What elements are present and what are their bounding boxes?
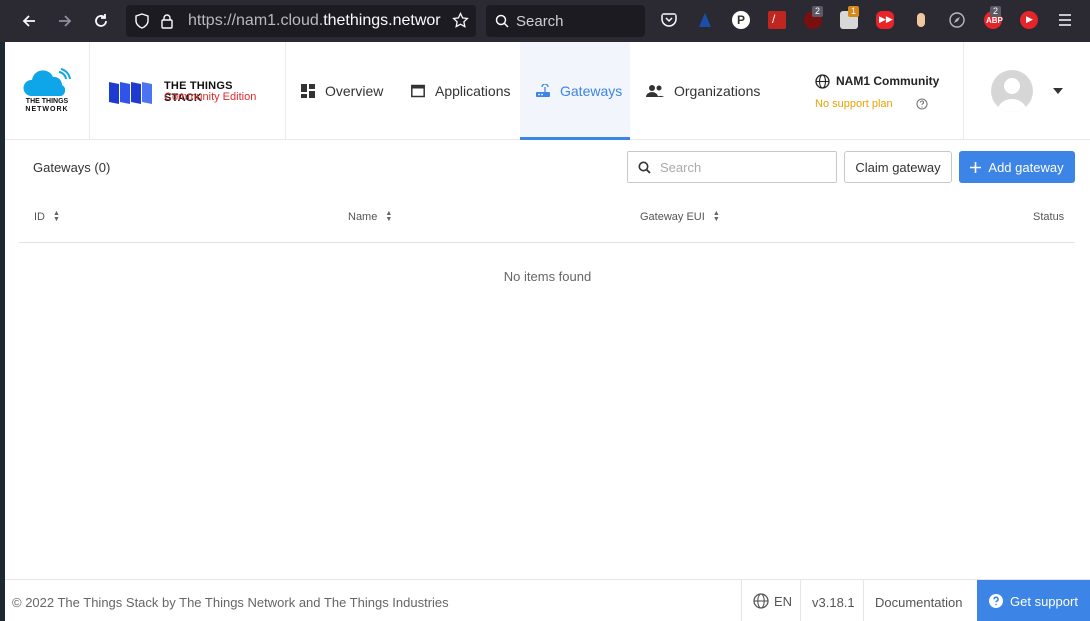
search-icon xyxy=(495,14,509,28)
extension-capsule-icon[interactable] xyxy=(912,11,930,29)
extension-wand-icon[interactable]: / xyxy=(768,11,786,29)
compass-icon[interactable] xyxy=(948,11,966,29)
column-eui-label: Gateway EUI xyxy=(640,211,705,223)
ttn-logo-text-1: THE THINGS xyxy=(25,98,69,105)
support-plan: No support plan xyxy=(815,98,893,110)
add-gateway-button[interactable]: Add gateway xyxy=(959,151,1075,183)
browser-search-label: Search xyxy=(516,13,564,30)
sort-icon: ▲ ▼ xyxy=(385,210,393,223)
menu-icon[interactable] xyxy=(1056,11,1074,29)
sort-icon: ▲ ▼ xyxy=(53,210,60,223)
user-avatar[interactable] xyxy=(991,70,1033,112)
sort-icon: ▲ ▼ xyxy=(712,210,720,223)
get-support-button[interactable]: Get support xyxy=(977,580,1090,621)
browser-toolbar: https://nam1.cloud.thethings.networ Sear… xyxy=(0,0,1090,42)
stack-logo[interactable]: THE THINGS STACK Community Edition xyxy=(107,78,269,106)
column-header-eui[interactable]: Gateway EUI ▲ ▼ xyxy=(640,210,720,223)
gateway-search-input[interactable]: Search xyxy=(627,151,837,183)
nav-gateways-label: Gateways xyxy=(560,82,623,99)
claim-gateway-button[interactable]: Claim gateway xyxy=(844,151,952,183)
copyright-text: © 2022 The Things Stack by The Things Ne… xyxy=(12,595,449,610)
footer: © 2022 The Things Stack by The Things Ne… xyxy=(5,579,1090,621)
extension-p-icon[interactable]: P xyxy=(732,11,750,29)
router-icon xyxy=(536,83,550,97)
globe-icon xyxy=(753,593,769,609)
header: THE THINGS NETWORK THE THINGS STACK Comm… xyxy=(5,42,1090,140)
nav-applications-label: Applications xyxy=(435,82,511,99)
version-label: v3.18.1 xyxy=(812,595,855,610)
header-divider xyxy=(963,42,964,139)
add-gateway-label: Add gateway xyxy=(988,159,1064,175)
shield-icon[interactable] xyxy=(134,13,150,29)
youtube-icon[interactable]: ▶ xyxy=(1020,11,1038,29)
claim-gateway-label: Claim gateway xyxy=(855,159,941,175)
avatar-icon xyxy=(997,78,1027,112)
console-app: THE THINGS NETWORK THE THINGS STACK Comm… xyxy=(5,42,1090,621)
nav-overview-label: Overview xyxy=(325,82,384,99)
ttn-logo-text-2: NETWORK xyxy=(25,106,69,113)
screen: https://nam1.cloud.thethings.networ Sear… xyxy=(0,0,1090,621)
extension-a-icon[interactable] xyxy=(696,11,714,29)
url-domain: thethings.networ xyxy=(323,12,441,29)
footer-divider xyxy=(800,580,801,621)
window-icon xyxy=(411,84,425,97)
nav-applications[interactable]: Applications xyxy=(395,42,520,139)
url-prefix: https://nam1.cloud. xyxy=(188,12,324,29)
footer-divider xyxy=(741,580,742,621)
community-name: NAM1 Community xyxy=(836,74,940,88)
dashboard-icon xyxy=(301,83,315,98)
column-status-label: Status xyxy=(1033,211,1065,223)
empty-state-message: No items found xyxy=(503,269,592,284)
cloud-logo-icon xyxy=(23,68,71,96)
people-icon xyxy=(646,84,664,97)
pocket-icon[interactable] xyxy=(660,11,678,29)
nav-organizations-label: Organizations xyxy=(674,82,761,99)
page-title: Gateways (0) xyxy=(33,160,111,175)
search-icon xyxy=(638,161,651,174)
documentation-link[interactable]: Documentation xyxy=(875,595,962,610)
table-divider xyxy=(19,242,1075,243)
language-label: EN xyxy=(774,593,793,609)
search-placeholder: Search xyxy=(660,160,702,175)
extension-forward-icon[interactable]: ▶▶ xyxy=(876,11,894,29)
plus-icon xyxy=(970,161,982,173)
globe-icon xyxy=(815,74,830,89)
stack-logo-icon xyxy=(109,82,152,104)
column-name-label: Name xyxy=(348,211,378,223)
ublock-badge: 2 xyxy=(812,6,824,17)
adblock-badge: 2 xyxy=(990,6,1002,17)
ttn-logo[interactable]: THE THINGS NETWORK xyxy=(19,68,75,114)
column-header-name[interactable]: Name ▲ ▼ xyxy=(348,210,393,223)
column-header-status: Status xyxy=(1033,211,1064,223)
url-text: https://nam1.cloud.thethings.networ xyxy=(188,12,441,30)
nav-organizations[interactable]: Organizations xyxy=(630,42,770,139)
bookmark-star-icon[interactable] xyxy=(444,5,476,37)
get-support-label: Get support xyxy=(1010,593,1078,609)
forward-arrow-icon[interactable] xyxy=(52,8,78,34)
nav-overview[interactable]: Overview xyxy=(285,42,395,139)
extension-kite-badge: 1 xyxy=(848,6,860,17)
language-selector[interactable]: EN xyxy=(753,593,792,609)
footer-divider xyxy=(863,580,864,621)
back-arrow-icon[interactable] xyxy=(16,8,42,34)
column-id-label: ID xyxy=(34,211,45,223)
lock-icon[interactable] xyxy=(160,13,174,29)
nav-gateways[interactable]: Gateways xyxy=(520,42,630,140)
help-icon[interactable] xyxy=(916,98,928,110)
header-divider xyxy=(89,42,90,139)
stack-subtitle: Community Edition xyxy=(164,91,257,103)
caret-down-icon[interactable] xyxy=(1053,88,1063,94)
reload-icon[interactable] xyxy=(88,8,114,34)
address-bar[interactable]: https://nam1.cloud.thethings.networ xyxy=(126,5,476,37)
help-circle-icon xyxy=(989,594,1003,608)
browser-search-input[interactable]: Search xyxy=(486,5,645,37)
column-header-id[interactable]: ID ▲ ▼ xyxy=(34,210,60,223)
